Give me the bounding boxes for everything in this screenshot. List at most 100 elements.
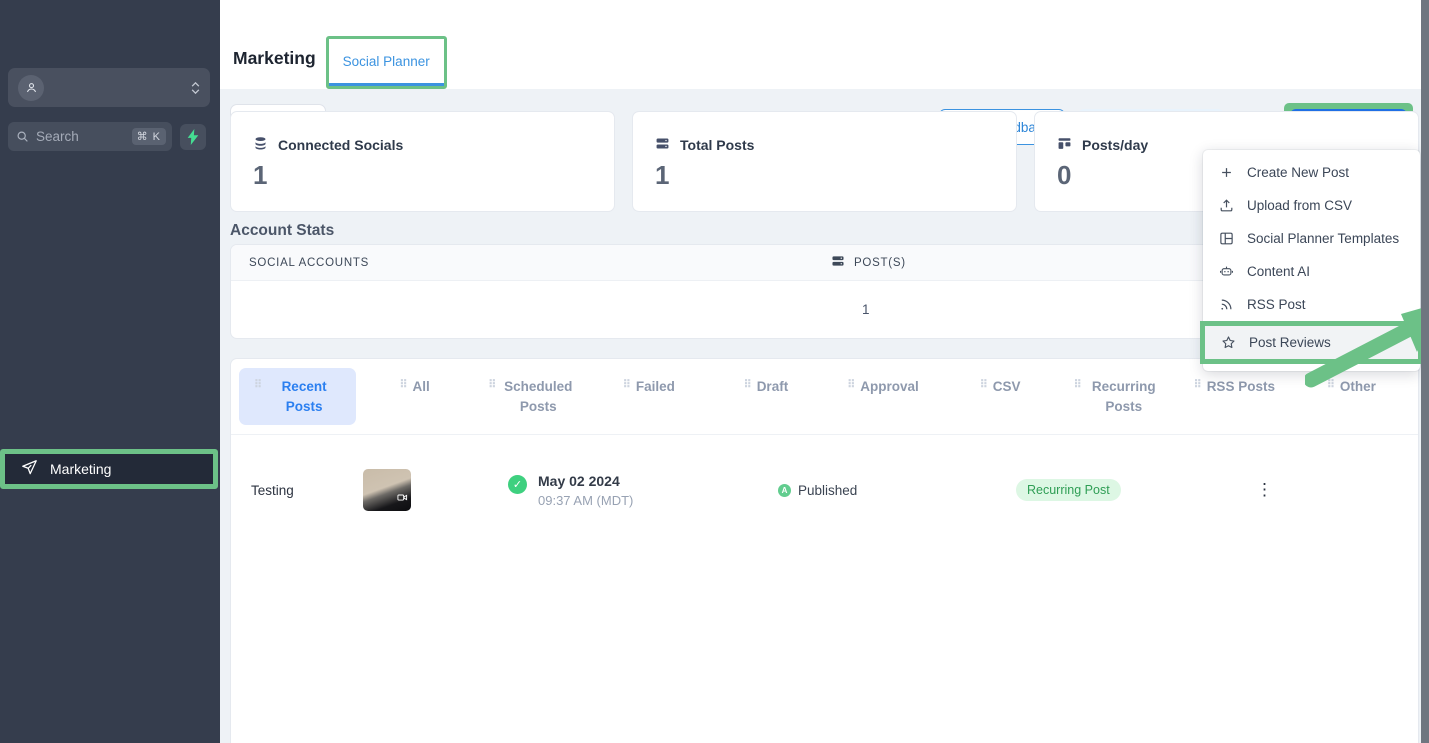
drag-handle-icon[interactable]: ⠿ xyxy=(1074,377,1082,391)
menu-item-post-reviews[interactable]: Post Reviews xyxy=(1205,326,1418,359)
user-pin-icon xyxy=(18,74,44,101)
lightning-icon[interactable] xyxy=(180,123,206,150)
post-status: A Published xyxy=(778,483,1016,498)
page-scrollbar[interactable] xyxy=(1421,0,1429,743)
stat-card-total-posts: Total Posts 1 xyxy=(632,111,1017,212)
status-badge: Recurring Post xyxy=(1016,479,1121,501)
menu-item-label: Content AI xyxy=(1247,264,1311,279)
server-icon xyxy=(831,254,845,271)
menu-item-label: Create New Post xyxy=(1247,165,1350,180)
search-placeholder: Search xyxy=(36,129,79,144)
tab-other[interactable]: ⠿ Other xyxy=(1293,368,1410,406)
search-icon xyxy=(16,130,29,143)
page-title: Marketing xyxy=(233,48,316,68)
database-icon xyxy=(253,136,268,154)
sidebar-item-label: Marketing xyxy=(50,461,112,477)
column-header-social-accounts: SOCIAL ACCOUNTS xyxy=(249,256,370,269)
drag-handle-icon[interactable]: ⠿ xyxy=(744,377,752,391)
card-label: Connected Socials xyxy=(278,137,404,153)
card-value: 1 xyxy=(655,160,670,190)
menu-item-rss-post[interactable]: RSS Post xyxy=(1203,288,1420,321)
tab-label: Recent Posts xyxy=(281,379,327,414)
stat-card-connected-socials: Connected Socials 1 xyxy=(230,111,615,212)
tab-label: All xyxy=(412,379,430,394)
drag-handle-icon[interactable]: ⠿ xyxy=(980,377,988,391)
tab-all[interactable]: ⠿ All xyxy=(356,368,473,406)
card-label: Posts/day xyxy=(1082,137,1149,153)
post-thumbnail[interactable] xyxy=(363,469,411,511)
tab-label: Draft xyxy=(756,379,789,394)
posts-panel: ⠿ Recent Posts ⠿ All ⠿ Scheduled Posts ⠿… xyxy=(230,358,1419,743)
tab-label: Scheduled Posts xyxy=(504,379,573,414)
search-input[interactable]: Search ⌘ K xyxy=(8,122,172,151)
server-icon xyxy=(655,136,670,154)
cell-posts-count: 1 xyxy=(862,302,870,317)
post-date: May 02 2024 xyxy=(538,472,620,489)
menu-item-label: Social Planner Templates xyxy=(1247,231,1400,246)
tab-label: Social Planner xyxy=(342,53,430,69)
tab-rss-posts[interactable]: ⠿ RSS Posts xyxy=(1176,368,1293,406)
menu-item-create-new-post[interactable]: Create New Post xyxy=(1203,156,1420,189)
tab-label: Approval xyxy=(860,379,919,394)
menu-item-upload-from-csv[interactable]: Upload from CSV xyxy=(1203,189,1420,222)
send-plane-icon xyxy=(21,459,38,479)
sidebar-item-marketing-highlight: Marketing xyxy=(0,449,218,489)
drag-handle-icon[interactable]: ⠿ xyxy=(399,377,407,391)
sidebar-search-row: Search ⌘ K xyxy=(8,122,206,151)
rss-icon xyxy=(1219,297,1234,312)
column-header-posts: POST(S) xyxy=(831,254,906,271)
tab-social-planner[interactable]: Social Planner xyxy=(328,39,444,86)
bar-chart-icon xyxy=(1057,136,1072,154)
page-header: Marketing Social Planner xyxy=(220,0,1429,89)
tab-label: Other xyxy=(1339,379,1376,394)
plus-icon xyxy=(1219,165,1234,180)
menu-item-label: Upload from CSV xyxy=(1247,198,1353,213)
search-shortcut-badge: ⌘ K xyxy=(131,128,166,145)
drag-handle-icon[interactable]: ⠿ xyxy=(623,377,631,391)
drag-handle-icon[interactable]: ⠿ xyxy=(847,377,855,391)
tab-scheduled-posts[interactable]: ⠿ Scheduled Posts xyxy=(473,368,590,425)
card-label: Total Posts xyxy=(680,137,755,153)
tab-csv[interactable]: ⠿ CSV xyxy=(942,368,1059,406)
tab-failed[interactable]: ⠿ Failed xyxy=(590,368,707,406)
menu-item-label: RSS Post xyxy=(1247,297,1306,312)
drag-handle-icon[interactable]: ⠿ xyxy=(254,377,262,391)
tab-approval[interactable]: ⠿ Approval xyxy=(824,368,941,406)
sidebar-item-marketing[interactable]: Marketing xyxy=(5,454,213,484)
column-header-label: POST(S) xyxy=(854,256,906,269)
status-label: Published xyxy=(798,482,858,498)
tab-label: Recurring Posts xyxy=(1091,379,1156,414)
tab-label: Failed xyxy=(635,379,675,394)
drag-handle-icon[interactable]: ⠿ xyxy=(1327,377,1335,391)
video-camera-icon xyxy=(397,490,408,508)
drag-handle-icon[interactable]: ⠿ xyxy=(1194,377,1202,391)
post-time: 09:37 AM (MDT) xyxy=(538,492,634,508)
tab-social-planner-highlight: Social Planner xyxy=(325,36,447,89)
tab-recurring-posts[interactable]: ⠿ Recurring Posts xyxy=(1059,368,1176,425)
kebab-menu-icon[interactable]: ⋮ xyxy=(1256,481,1273,499)
post-list-item[interactable]: Testing ✓ May 02 2024 09:37 AM (MDT) A P… xyxy=(231,435,1418,545)
post-datetime: ✓ May 02 2024 09:37 AM (MDT) xyxy=(508,473,778,508)
tab-recent-posts[interactable]: ⠿ Recent Posts xyxy=(239,368,357,426)
chevron-updown-icon xyxy=(191,81,200,94)
tab-draft[interactable]: ⠿ Draft xyxy=(707,368,824,406)
post-title: Testing xyxy=(251,482,294,498)
status-dot-icon: A xyxy=(778,483,791,497)
account-switcher[interactable] xyxy=(8,68,210,107)
scrollbar-thumb[interactable] xyxy=(1421,0,1429,743)
drag-handle-icon[interactable]: ⠿ xyxy=(488,377,496,391)
upload-icon xyxy=(1219,198,1234,213)
app-root: Search ⌘ K Marketing Marketing Social Pl… xyxy=(0,0,1429,743)
star-icon xyxy=(1221,335,1236,350)
menu-item-content-ai[interactable]: Content AI xyxy=(1203,255,1420,288)
sidebar: Search ⌘ K Marketing xyxy=(0,0,220,743)
menu-item-social-planner-templates[interactable]: Social Planner Templates xyxy=(1203,222,1420,255)
tab-label: CSV xyxy=(992,379,1021,394)
card-header: Total Posts xyxy=(655,136,1016,154)
layout-panel-icon xyxy=(1219,231,1234,246)
success-check-icon: ✓ xyxy=(508,474,527,494)
card-header: Connected Socials xyxy=(253,136,614,154)
account-stats-title: Account Stats xyxy=(230,222,335,239)
post-badge-wrap: Recurring Post xyxy=(1016,479,1256,501)
robot-icon xyxy=(1219,264,1234,279)
